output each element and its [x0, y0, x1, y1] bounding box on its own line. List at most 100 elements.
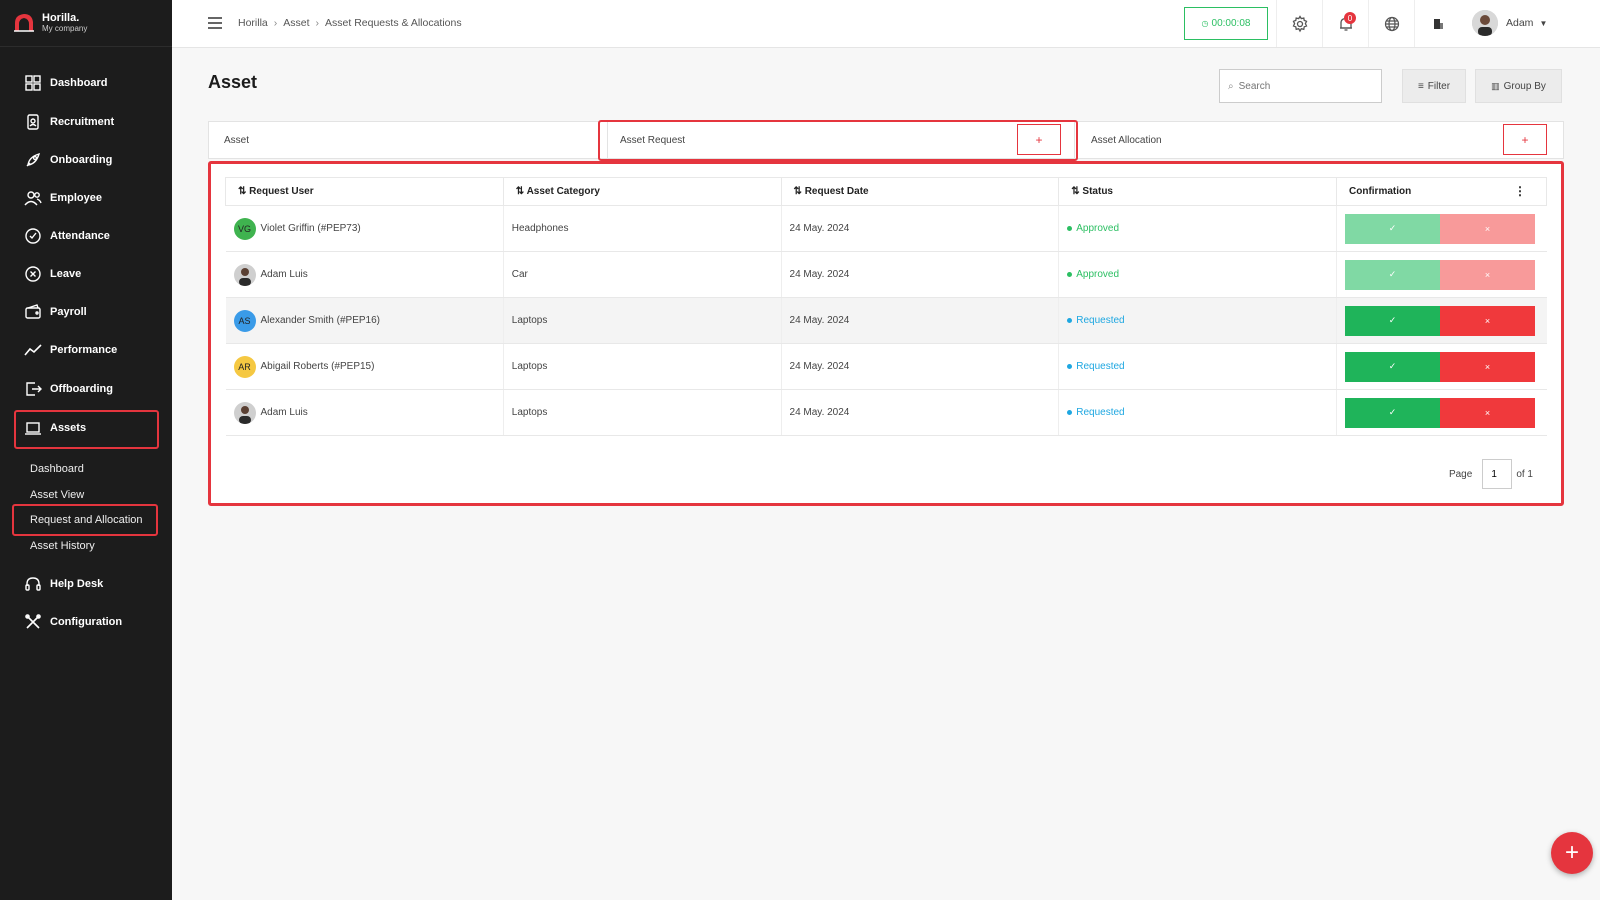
sidebar-item-leave[interactable]: Leave — [24, 262, 81, 286]
column-request-date[interactable]: ⇅ Request Date — [780, 177, 1060, 206]
asset-category: Laptops — [502, 389, 782, 436]
status-text: Approved — [1076, 223, 1120, 234]
sidebar-item-label: Help Desk — [50, 578, 104, 590]
sidebar-item-help-desk[interactable]: Help Desk — [24, 572, 103, 596]
search-box[interactable]: ⌕ — [1219, 69, 1382, 103]
sort-icon: ⇅ — [515, 186, 527, 197]
wallet-icon — [25, 304, 41, 319]
caret-down-icon: ▼ — [1539, 18, 1548, 28]
status-dot — [1067, 410, 1073, 415]
tab-asset-allocation[interactable]: Asset Allocation — [1091, 122, 1561, 158]
page-number-input[interactable] — [1482, 459, 1513, 489]
filter-label: Filter — [1427, 80, 1451, 92]
asset-request-tab-highlight — [598, 120, 1078, 161]
sidebar-item-recruitment[interactable]: Recruitment — [24, 110, 114, 134]
tab-asset[interactable]: Asset — [224, 122, 604, 158]
topbar: Horilla › Asset › Asset Requests & Alloc… — [172, 0, 1600, 48]
sidebar-item-assets[interactable]: Assets — [24, 416, 86, 440]
user-menu[interactable]: Adam ▼ — [1472, 10, 1547, 36]
approve-button: ✓ — [1345, 213, 1440, 244]
dashboard-icon — [25, 75, 41, 91]
column-asset-category[interactable]: ⇅ Asset Category — [502, 177, 782, 206]
sidebar-item-attendance[interactable]: Attendance — [24, 224, 110, 248]
table-row[interactable]: Adam Luis Laptops 24 May. 2024 Requested… — [225, 389, 1547, 436]
table-row[interactable]: Adam Luis Car 24 May. 2024 Approved ✓ × — [225, 251, 1547, 298]
page-total: of 1 — [1516, 468, 1533, 480]
more-options-icon[interactable]: ⋮ — [1514, 184, 1526, 198]
check-circle-icon — [25, 228, 41, 244]
column-status[interactable]: ⇅ Status — [1058, 177, 1337, 206]
attendance-timer-button[interactable]: ◷ 00:00:08 — [1184, 7, 1268, 40]
breadcrumb-horilla[interactable]: Horilla — [238, 17, 268, 29]
settings-button[interactable] — [1276, 0, 1322, 47]
group-by-icon: ▥ — [1491, 80, 1500, 91]
sub-item-asset-view[interactable]: Asset View — [30, 489, 84, 501]
avatar: VG — [233, 217, 256, 240]
sort-icon: ⇅ — [238, 186, 250, 197]
column-request-user[interactable]: ⇅ Request User — [225, 177, 504, 206]
sidebar-item-label: Attendance — [50, 230, 110, 242]
filter-button[interactable]: ≡ Filter — [1402, 69, 1466, 103]
request-user: Abigail Roberts (#PEP15) — [260, 361, 375, 372]
reject-button: × — [1440, 259, 1535, 290]
sub-item-request-allocation[interactable]: Request and Allocation — [30, 514, 143, 526]
reject-button[interactable]: × — [1440, 351, 1535, 382]
sidebar-item-offboarding[interactable]: Offboarding — [24, 377, 113, 401]
add-asset-allocation-button[interactable]: + — [1503, 124, 1547, 155]
company-switch-button[interactable] — [1414, 0, 1460, 47]
sort-icon: ⇅ — [793, 186, 805, 197]
sidebar-item-employee[interactable]: Employee — [24, 186, 102, 210]
breadcrumb-asset[interactable]: Asset — [283, 17, 309, 29]
brand[interactable]: Horilla. My company — [0, 0, 172, 47]
sidebar-item-onboarding[interactable]: Onboarding — [24, 148, 112, 172]
sub-item-asset-history[interactable]: Asset History — [30, 540, 95, 552]
sidebar-item-dashboard[interactable]: Dashboard — [24, 71, 107, 95]
exit-icon — [26, 382, 42, 396]
table-row[interactable]: AR Abigail Roberts (#PEP15) Laptops 24 Ma… — [225, 343, 1547, 390]
group-by-label: Group By — [1503, 80, 1546, 92]
table-row[interactable]: VG Violet Griffin (#PEP73) Headphones 24 … — [225, 205, 1547, 252]
request-date: 24 May. 2024 — [780, 251, 1059, 298]
reject-button: × — [1440, 213, 1535, 244]
request-date: 24 May. 2024 — [780, 205, 1059, 252]
tab-label: Asset Allocation — [1091, 134, 1162, 146]
reject-button[interactable]: × — [1440, 305, 1535, 336]
sidebar-item-label: Leave — [50, 268, 82, 280]
asset-request-panel: ⇅ Request User ⇅ Asset Category ⇅ Reques… — [208, 161, 1564, 506]
column-confirmation: Confirmation ⋮ — [1336, 177, 1547, 206]
language-button[interactable] — [1368, 0, 1414, 47]
sidebar-item-label: Dashboard — [50, 77, 108, 89]
sidebar-item-label: Assets — [50, 422, 87, 434]
chevron-right-icon: › — [273, 17, 278, 29]
avatar: AR — [233, 355, 256, 378]
sidebar-item-label: Onboarding — [50, 154, 113, 166]
status-text: Requested — [1076, 407, 1125, 418]
quick-action-button[interactable]: + — [1551, 832, 1593, 874]
status-text: Approved — [1076, 269, 1120, 280]
search-input[interactable] — [1238, 80, 1369, 92]
x-circle-icon — [25, 266, 41, 282]
approve-button[interactable]: ✓ — [1345, 397, 1440, 428]
hamburger-menu-icon[interactable] — [208, 17, 222, 29]
horilla-logo-icon — [14, 14, 34, 32]
sidebar-item-label: Recruitment — [50, 116, 115, 128]
sidebar-item-configuration[interactable]: Configuration — [24, 610, 122, 634]
avatar — [233, 401, 256, 424]
group-by-button[interactable]: ▥ Group By — [1475, 69, 1562, 103]
sub-item-dashboard[interactable]: Dashboard — [30, 463, 84, 475]
notification-badge: 0 — [1344, 12, 1356, 24]
sidebar-item-performance[interactable]: Performance — [24, 338, 117, 362]
sidebar-item-payroll[interactable]: Payroll — [24, 300, 87, 324]
asset-request-table: ⇅ Request User ⇅ Asset Category ⇅ Reques… — [225, 177, 1547, 436]
column-label: Status — [1082, 186, 1113, 197]
tools-icon — [25, 614, 41, 629]
sidebar: Horilla. My company Dashboard Recruitmen… — [0, 0, 172, 900]
headset-icon — [25, 577, 41, 591]
tab-label: Asset — [224, 134, 250, 146]
approve-button[interactable]: ✓ — [1345, 305, 1440, 336]
table-header-row: ⇅ Request User ⇅ Asset Category ⇅ Reques… — [225, 177, 1547, 206]
approve-button[interactable]: ✓ — [1345, 351, 1440, 382]
notifications-button[interactable]: 0 — [1322, 0, 1368, 47]
reject-button[interactable]: × — [1440, 397, 1535, 428]
table-row[interactable]: AS Alexander Smith (#PEP16) Laptops 24 Ma… — [225, 297, 1547, 344]
